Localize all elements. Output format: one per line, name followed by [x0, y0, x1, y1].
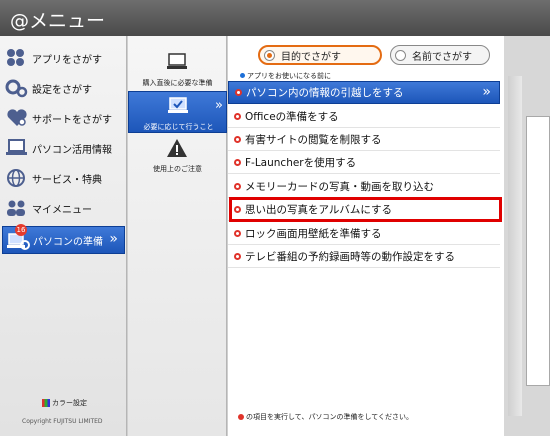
globe-icon	[5, 167, 29, 189]
right-edge	[504, 36, 550, 436]
section-hint-text: アプリをお使いになる前に	[247, 72, 331, 80]
sub-nav-label: 必要に応じて行うこと	[143, 123, 214, 131]
search-by-name-button[interactable]: 名前でさがす	[390, 45, 490, 65]
left-nav: アプリをさがす 設定をさがす サポートをさがす パソコン活用情報 サービス・特典	[0, 36, 127, 436]
nav-item-label: サポートをさがす	[32, 114, 112, 126]
red-marker-icon	[234, 182, 241, 190]
warning-icon	[166, 138, 188, 158]
laptop-gear-icon: 16	[6, 224, 30, 251]
nav-item-apps[interactable]: アプリをさがす	[2, 44, 125, 72]
search-by-purpose-button[interactable]: 目的でさがす	[258, 45, 382, 65]
nav-item-my-menu[interactable]: マイメニュー	[2, 194, 125, 222]
menu-item-label: Officeの準備をする	[245, 110, 339, 123]
color-swatch-icon	[42, 399, 50, 407]
menu-item-lock-wallpaper[interactable]: ロック画面用壁紙を準備する	[228, 222, 500, 245]
menu-item-label: テレビ番組の予約録画時等の動作設定をする	[245, 250, 455, 263]
nav-item-services[interactable]: サービス・特典	[2, 164, 125, 192]
laptop-icon	[5, 137, 29, 159]
window-title: @メニュー	[0, 0, 550, 36]
red-marker-icon	[234, 112, 241, 120]
menu-item-site-filter[interactable]: 有害サイトの閲覧を制限する	[228, 128, 500, 151]
bullet-icon	[240, 73, 245, 78]
heart-icon	[5, 107, 29, 129]
nav-item-pc-setup[interactable]: 16 パソコンの準備 »	[2, 224, 125, 254]
red-marker-icon	[234, 229, 241, 237]
nav-item-label: マイメニュー	[32, 204, 92, 216]
people-icon	[5, 197, 29, 219]
menu-item-f-launcher[interactable]: F-Launcherを使用する	[228, 151, 500, 174]
red-marker-icon	[234, 252, 241, 260]
main-frame: アプリをさがす 設定をさがす サポートをさがす パソコン活用情報 サービス・特典	[0, 36, 550, 436]
menu-item-label: ロック画面用壁紙を準備する	[245, 227, 382, 240]
highlight-frame	[229, 197, 502, 222]
computer-check-icon	[167, 96, 189, 116]
menu-item-tv-recording[interactable]: テレビ番組の予約録画時等の動作設定をする	[228, 245, 500, 268]
nav-item-support[interactable]: サポートをさがす	[2, 104, 125, 132]
gears-icon	[5, 77, 29, 99]
red-marker-icon	[234, 135, 241, 143]
radio-selected-icon	[264, 49, 275, 61]
red-marker-icon	[234, 158, 241, 166]
menu-item-office[interactable]: Officeの準備をする	[228, 105, 500, 128]
sub-nav-item-caution[interactable]: 使用上のご注意	[128, 134, 227, 176]
menu-item-label: パソコン内の情報の引越しをする	[246, 87, 404, 99]
double-chevron-right-icon: »	[482, 84, 491, 100]
computer-icon	[166, 52, 188, 72]
radio-unselected-icon	[395, 49, 406, 61]
apps-icon	[5, 47, 29, 69]
sub-nav-label: 購入直後に必要な準備	[142, 79, 213, 87]
nav-item-label: 設定をさがす	[32, 84, 92, 96]
scrollbar[interactable]	[508, 76, 522, 416]
footnote: の項目を実行して、パソコンの準備をしてください。	[238, 412, 413, 422]
nav-item-label: サービス・特典	[32, 174, 102, 186]
nav-item-label: パソコン活用情報	[32, 144, 112, 156]
search-by-name-label: 名前でさがす	[412, 51, 472, 63]
color-setting-label: カラー設定	[52, 399, 87, 407]
menu-item-label: 有害サイトの閲覧を制限する	[245, 133, 382, 146]
color-setting-button[interactable]: カラー設定	[42, 398, 87, 408]
sub-nav-item-as-needed[interactable]: 必要に応じて行うこと »	[128, 91, 227, 133]
nav-item-settings[interactable]: 設定をさがす	[2, 74, 125, 102]
detail-panel	[526, 116, 550, 386]
notification-badge: 16	[15, 224, 27, 236]
nav-item-pc-info[interactable]: パソコン活用情報	[2, 134, 125, 162]
copyright: Copyright FUJITSU LIMITED	[22, 418, 103, 425]
section-hint: アプリをお使いになる前に	[240, 71, 331, 81]
menu-item-memory-card[interactable]: メモリーカードの写真・動画を取り込む	[228, 175, 500, 198]
content-pane: 目的でさがす 名前でさがす アプリをお使いになる前に パソコン内の情報の引越しを…	[228, 36, 504, 436]
nav-item-label: アプリをさがす	[32, 54, 102, 66]
nav-item-label: パソコンの準備	[33, 236, 103, 248]
sub-nav: 購入直後に必要な準備 必要に応じて行うこと » 使用上のご注意	[128, 36, 227, 436]
search-mode-toggle: 目的でさがす 名前でさがす	[258, 45, 498, 65]
double-chevron-right-icon: »	[109, 231, 118, 247]
red-marker-icon	[235, 89, 242, 96]
menu-item-label: メモリーカードの写真・動画を取り込む	[245, 180, 434, 193]
footnote-text: の項目を実行して、パソコンの準備をしてください。	[246, 413, 414, 421]
search-by-purpose-label: 目的でさがす	[281, 51, 341, 63]
menu-item-label: F-Launcherを使用する	[245, 156, 357, 169]
red-marker-icon	[238, 414, 244, 420]
menu-item-data-migration[interactable]: パソコン内の情報の引越しをする »	[228, 81, 500, 104]
sub-nav-item-after-purchase[interactable]: 購入直後に必要な準備	[128, 48, 227, 90]
sub-nav-label: 使用上のご注意	[153, 165, 202, 173]
double-chevron-right-icon: »	[215, 98, 223, 113]
